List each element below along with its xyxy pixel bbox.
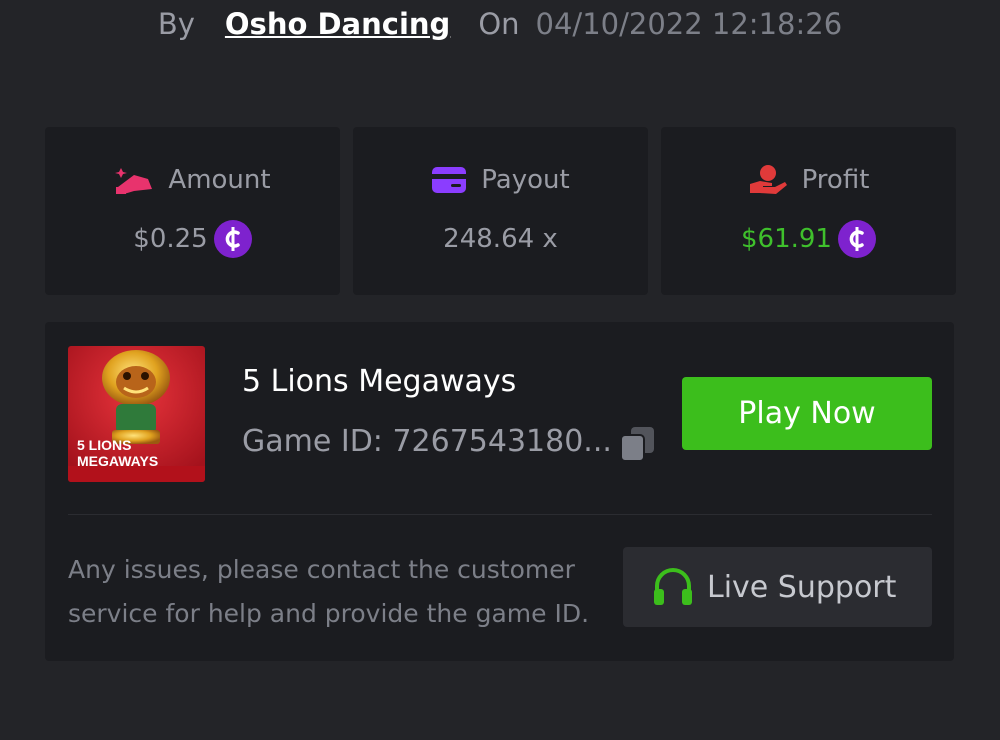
profit-card: Profit $61.91 <box>661 127 956 295</box>
username-link[interactable]: Osho Dancing <box>225 7 450 41</box>
amount-card: Amount $0.25 <box>45 127 340 295</box>
game-title[interactable]: 5 Lions Megaways <box>242 364 516 399</box>
profit-value: $61.91 <box>741 224 832 254</box>
amount-value: $0.25 <box>133 224 208 254</box>
live-support-button[interactable]: Live Support <box>623 547 932 627</box>
support-message: Any issues, please contact the customer … <box>68 555 590 628</box>
bet-datetime: 04/10/2022 12:18:26 <box>535 7 843 41</box>
payout-header: Payout <box>431 163 570 197</box>
card-icon <box>432 167 467 193</box>
divider <box>68 514 932 515</box>
amount-value-row: $0.25 <box>133 220 252 258</box>
hand-profit-icon <box>749 165 787 194</box>
headset-icon <box>654 568 692 605</box>
game-thumbnail[interactable]: 5 LIONS MEGAWAYS <box>68 346 205 482</box>
copy-icon[interactable] <box>618 424 658 464</box>
coin-icon <box>213 220 252 258</box>
profit-label: Profit <box>801 165 870 195</box>
live-support-label: Live Support <box>707 569 897 605</box>
profit-value-row: $61.91 <box>741 220 876 258</box>
bet-stats: Amount $0.25 Payout 248.64 x Profit $61.… <box>45 127 956 295</box>
coin-icon <box>837 220 876 258</box>
profit-header: Profit <box>748 163 870 197</box>
thumb-title-line2: MEGAWAYS <box>77 453 158 469</box>
game-card: 5 LIONS MEGAWAYS 5 Lions Megaways Game I… <box>45 322 954 661</box>
play-now-button[interactable]: Play Now <box>682 377 932 450</box>
by-label: By <box>157 7 195 41</box>
amount-icon <box>115 168 153 194</box>
on-label: On <box>478 7 520 41</box>
bet-byline: By Osho Dancing On 04/10/2022 12:18:26 <box>0 0 1000 48</box>
payout-label: Payout <box>481 165 570 195</box>
payout-value: 248.64 x <box>443 224 558 254</box>
payout-card: Payout 248.64 x <box>353 127 648 295</box>
thumb-title-line1: 5 LIONS <box>77 437 131 453</box>
amount-header: Amount <box>114 163 271 197</box>
payout-value-row: 248.64 x <box>443 221 558 257</box>
amount-label: Amount <box>168 165 271 195</box>
game-id: Game ID: 7267543180... <box>242 424 612 459</box>
